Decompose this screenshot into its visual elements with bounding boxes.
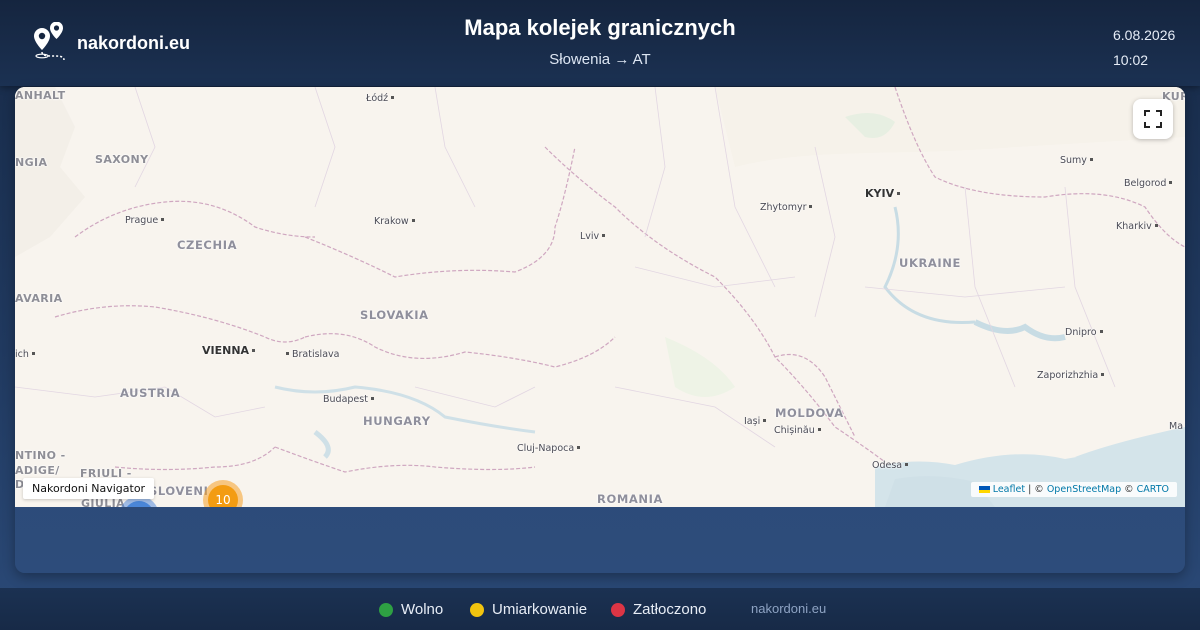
map-label-budapest: Budapest <box>323 394 377 405</box>
map-label-odesa: Odesa <box>872 460 911 471</box>
route-pin-icon <box>34 22 65 61</box>
legend-item-crowded: Zatłoczono <box>611 601 706 618</box>
map-label-moldova: MOLDOVA <box>775 406 844 420</box>
footer: Wolno Umiarkowanie Zatłoczono nakordoni.… <box>0 588 1200 630</box>
ukraine-flag-icon <box>978 486 990 493</box>
map-label-bratislava: Bratislava <box>283 349 339 360</box>
fullscreen-icon <box>1144 110 1162 128</box>
brand-name: nakordoni.eu <box>77 32 191 53</box>
map-label-trentino: NTINO - <box>15 449 66 462</box>
title-block: Mapa kolejek granicznych Słowenia → AT <box>300 15 900 68</box>
page-title: Mapa kolejek granicznych <box>464 15 736 40</box>
map-label-adige: ADIGE/ <box>15 464 60 477</box>
map-label-sumy: Sumy <box>1060 155 1096 166</box>
map-label-romania: ROMANIA <box>597 492 663 506</box>
map-label-kharkiv: Kharkiv <box>1116 221 1161 232</box>
map-label-austria: AUSTRIA <box>120 386 181 400</box>
leaflet-link[interactable]: Leaflet <box>993 484 1025 495</box>
navigator-label: Nakordoni Navigator <box>23 478 155 499</box>
map-label-thuringia: NGIA <box>15 156 48 169</box>
map-label-anhalt: ANHALT <box>15 89 66 102</box>
legend-label-free: Wolno <box>401 601 444 618</box>
map-label-ma: Ma <box>1169 421 1184 432</box>
map-attribution: Leaflet | © OpenStreetMap © CARTO <box>970 482 1177 497</box>
map-label-czechia: CZECHIA <box>177 238 238 252</box>
footer-site[interactable]: nakordoni.eu <box>751 601 826 616</box>
map-label-lodz: Łódź <box>366 93 397 104</box>
map-label-iasi: Iași <box>744 416 769 427</box>
legend-item-moderate: Umiarkowanie <box>470 601 587 618</box>
time-text: 10:02 <box>1113 52 1149 68</box>
map-tiles <box>15 87 1185 507</box>
legend-dot-green <box>379 602 393 617</box>
legend-dot-yellow <box>470 602 484 617</box>
osm-link[interactable]: OpenStreetMap <box>1047 484 1121 495</box>
brand[interactable]: nakordoni.eu <box>24 22 190 64</box>
marker-cluster-count: 10 <box>208 485 238 507</box>
map-label-cluj-napoca: Cluj-Napoca <box>517 443 583 454</box>
map-label-hungary: HUNGARY <box>363 414 431 428</box>
page-subtitle: Słowenia → AT <box>549 51 651 68</box>
map-label-saxony: SAXONY <box>95 153 149 166</box>
map-label-slovakia: SLOVAKIA <box>360 308 429 322</box>
map-label-belgorod: Belgorod <box>1124 178 1175 189</box>
map-label-slovenia: SLOVENI <box>149 484 209 498</box>
fullscreen-button[interactable] <box>1133 99 1173 139</box>
legend-label-crowded: Zatłoczono <box>633 601 707 618</box>
map-label-prague: Prague <box>125 215 167 226</box>
legend-item-free: Wolno <box>379 601 443 618</box>
map-label-munich: ich <box>15 349 38 360</box>
map-label-ukraine: UKRAINE <box>899 256 961 270</box>
date-text: 6.08.2026 <box>1113 27 1176 43</box>
map-label-zhytomyr: Zhytomyr <box>760 202 815 213</box>
attribution-separator-1: | © <box>1025 484 1047 495</box>
map-label-lviv: Lviv <box>580 231 608 242</box>
map-label-kyiv: KYIV <box>865 187 903 200</box>
header: nakordoni.eu Mapa kolejek granicznych Sł… <box>0 0 1200 86</box>
map-label-bavaria: AVARIA <box>15 292 63 305</box>
map-label-dnipro: Dnipro <box>1065 327 1106 338</box>
map-label-vienna: VIENNA <box>202 344 258 357</box>
map-card: ANHALT Łódź KURSK SAXONY NGIA Sumy Belgo… <box>15 87 1185 573</box>
attribution-separator-2: © <box>1121 484 1137 495</box>
datetime: 6.08.2026 10:02 <box>1113 23 1175 73</box>
map-view[interactable]: ANHALT Łódź KURSK SAXONY NGIA Sumy Belgo… <box>15 87 1185 507</box>
legend-dot-red <box>611 602 625 617</box>
map-label-krakow: Krakow <box>374 216 418 227</box>
map-label-chisinau: Chișinău <box>774 425 824 436</box>
carto-link[interactable]: CARTO <box>1137 484 1169 495</box>
legend-label-moderate: Umiarkowanie <box>492 601 588 618</box>
marker-cluster-blue-core <box>124 501 154 507</box>
map-label-zaporizhzhia: Zaporizhzhia <box>1037 370 1107 381</box>
